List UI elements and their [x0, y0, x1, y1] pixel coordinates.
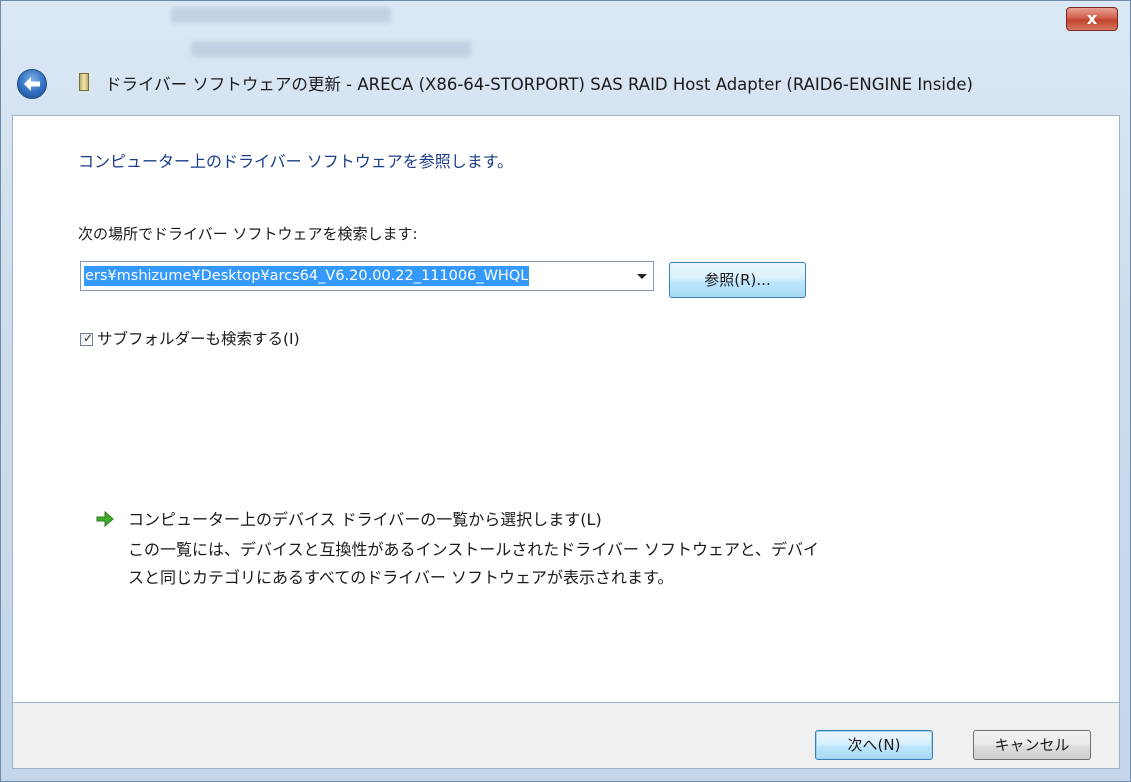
browse-button[interactable]: 参照(R)... — [669, 262, 806, 298]
include-subfolders-checkbox[interactable]: ✓ — [80, 331, 94, 346]
include-subfolders-label[interactable]: サブフォルダーも検索する(I) — [97, 327, 300, 349]
green-arrow-icon — [96, 510, 114, 528]
back-arrow-icon — [24, 77, 40, 91]
content-panel: コンピューター上のドライバー ソフトウェアを参照します。 次の場所でドライバー … — [12, 115, 1120, 703]
page-heading: コンピューター上のドライバー ソフトウェアを参照します。 — [78, 152, 514, 171]
path-combobox[interactable]: ers¥mshizume¥Desktop¥arcs64_V6.20.00.22_… — [80, 261, 654, 291]
pick-from-list-link[interactable]: コンピューター上のデバイス ドライバーの一覧から選択します(L) — [128, 506, 602, 530]
background-blur — [191, 41, 471, 57]
device-icon — [79, 73, 89, 91]
path-input[interactable]: ers¥mshizume¥Desktop¥arcs64_V6.20.00.22_… — [84, 266, 530, 286]
checkmark-icon: ✓ — [83, 331, 94, 345]
next-button[interactable]: 次へ(N) — [815, 730, 933, 760]
pick-from-list-description: この一覧には、デバイスと互換性があるインストールされたドライバー ソフトウェアと… — [128, 540, 820, 587]
close-button[interactable]: x — [1066, 7, 1118, 31]
background-blur — [171, 7, 391, 23]
back-button[interactable] — [17, 69, 47, 99]
dialog-title: ドライバー ソフトウェアの更新 - ARECA (X86-64-STORPORT… — [105, 75, 973, 94]
chevron-down-icon[interactable] — [637, 274, 647, 279]
cancel-button[interactable]: キャンセル — [973, 730, 1091, 760]
dialog-window: x ドライバー ソフトウェアの更新 - ARECA (X86-64-STORPO… — [0, 0, 1131, 782]
button-bar: 次へ(N) キャンセル — [12, 703, 1120, 769]
search-location-label: 次の場所でドライバー ソフトウェアを検索します: — [78, 225, 418, 243]
